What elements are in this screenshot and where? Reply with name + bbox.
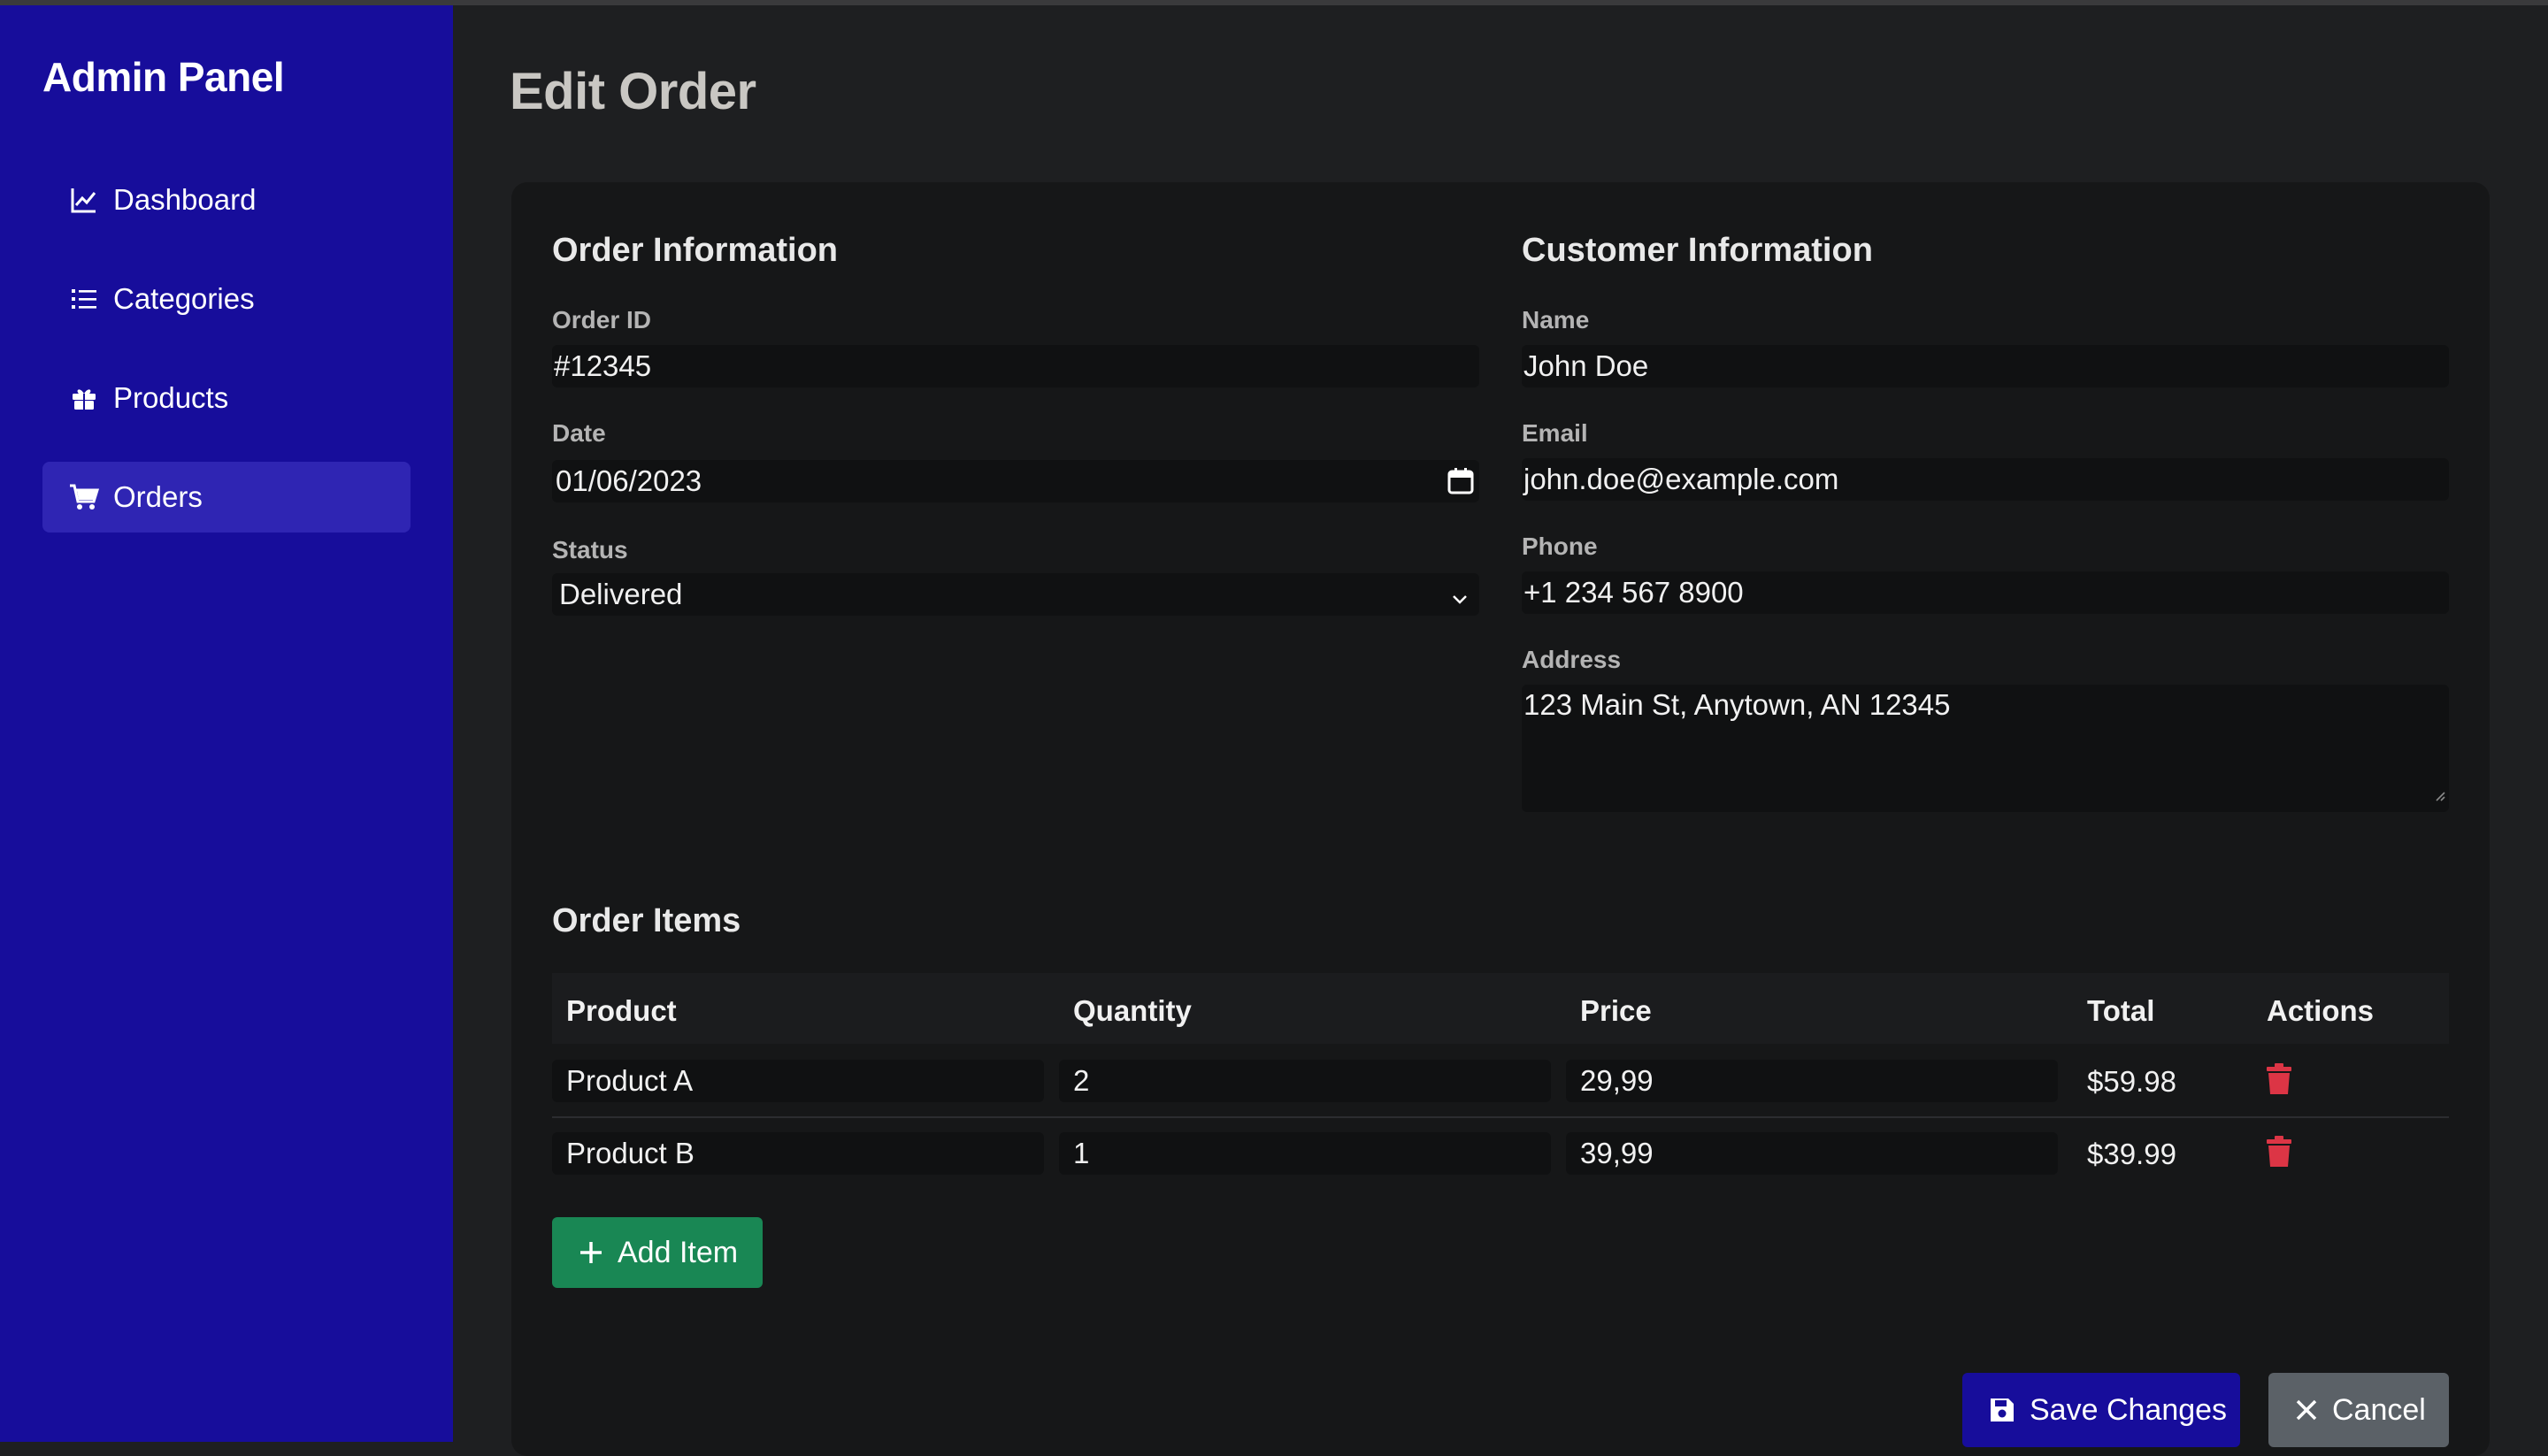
shopping-cart-icon [69, 482, 99, 512]
address-label: Address [1522, 646, 1622, 673]
plus-icon [579, 1240, 603, 1265]
items-table-header: Product Quantity Price Total Actions [552, 973, 2449, 1044]
col-product: Product [566, 994, 677, 1027]
page-title: Edit Order [510, 63, 756, 120]
order-id-label: Order ID [552, 306, 652, 333]
phone-field[interactable]: +1 234 567 8900 [1522, 571, 2449, 614]
sidebar-item-label: Dashboard [113, 183, 257, 216]
price-input[interactable]: 39,99 [1566, 1132, 2058, 1175]
sidebar: Admin Panel Dashboard Categories Product… [0, 5, 453, 1442]
status-select[interactable]: Delivered [552, 573, 1479, 616]
order-items-title: Order Items [552, 902, 741, 939]
col-actions: Actions [2267, 994, 2375, 1027]
trash-icon [2267, 1136, 2291, 1171]
add-item-label: Add Item [618, 1235, 739, 1269]
quantity-value: 2 [1073, 1064, 1090, 1097]
calendar-icon[interactable] [1447, 467, 1474, 502]
sidebar-item-dashboard[interactable]: Dashboard [42, 165, 411, 235]
brand-title: Admin Panel [42, 54, 285, 100]
close-icon [2295, 1399, 2318, 1422]
sidebar-item-label: Products [113, 381, 229, 414]
name-label: Name [1522, 306, 1590, 333]
cancel-label: Cancel [2332, 1392, 2426, 1427]
delete-row-button[interactable] [2267, 1063, 2291, 1100]
email-field[interactable]: john.doe@example.com [1522, 458, 2449, 501]
col-quantity: Quantity [1073, 994, 1192, 1027]
date-label: Date [552, 419, 606, 447]
trash-icon [2267, 1063, 2291, 1099]
save-changes-label: Save Changes [2030, 1392, 2228, 1427]
status-label: Status [552, 536, 628, 563]
delete-row-button[interactable] [2267, 1136, 2291, 1172]
row-divider [552, 1116, 2449, 1118]
address-textarea[interactable]: 123 Main St, Anytown, AN 12345 [1522, 685, 2449, 812]
row-total: $39.99 [2087, 1138, 2176, 1170]
quantity-value: 1 [1073, 1137, 1090, 1169]
quantity-input[interactable]: 1 [1059, 1132, 1551, 1175]
price-value: 39,99 [1580, 1137, 1654, 1169]
phone-label: Phone [1522, 533, 1598, 560]
resize-handle-icon[interactable] [2433, 775, 2445, 808]
add-item-button[interactable]: Add Item [552, 1217, 763, 1288]
chevron-down-icon [1449, 584, 1470, 617]
row-total: $59.98 [2087, 1065, 2176, 1098]
sidebar-item-products[interactable]: Products [42, 363, 411, 433]
sidebar-item-label: Categories [113, 282, 255, 315]
email-value: john.doe@example.com [1523, 463, 1839, 495]
price-value: 29,99 [1580, 1064, 1654, 1097]
email-label: Email [1522, 419, 1588, 447]
status-value: Delivered [559, 578, 683, 610]
order-info-title: Order Information [552, 232, 839, 269]
order-id-field[interactable]: #12345 [552, 345, 1479, 387]
save-changes-button[interactable]: Save Changes [1962, 1373, 2240, 1447]
col-price: Price [1580, 994, 1652, 1027]
sidebar-nav: Dashboard Categories Products Orders [42, 165, 411, 561]
name-value: John Doe [1523, 349, 1649, 382]
gift-box-icon [69, 383, 99, 413]
list-icon [69, 284, 99, 314]
date-field[interactable]: 01/06/2023 [552, 460, 1479, 502]
sidebar-item-categories[interactable]: Categories [42, 264, 411, 334]
order-id-value: #12345 [554, 349, 652, 382]
col-total: Total [2087, 994, 2155, 1027]
phone-value: +1 234 567 8900 [1523, 576, 1744, 609]
floppy-disk-icon [1989, 1397, 2015, 1423]
cancel-button[interactable]: Cancel [2268, 1373, 2449, 1447]
price-input[interactable]: 29,99 [1566, 1060, 2058, 1102]
product-input[interactable]: Product A [552, 1060, 1044, 1102]
product-value: Product B [566, 1137, 695, 1169]
quantity-input[interactable]: 2 [1059, 1060, 1551, 1102]
product-input[interactable]: Product B [552, 1132, 1044, 1175]
name-field[interactable]: John Doe [1522, 345, 2449, 387]
sidebar-item-label: Orders [113, 480, 203, 513]
date-value: 01/06/2023 [556, 464, 702, 497]
chart-line-icon [69, 185, 99, 215]
customer-info-title: Customer Information [1522, 232, 1873, 269]
product-value: Product A [566, 1064, 694, 1097]
sidebar-item-orders[interactable]: Orders [42, 462, 411, 533]
address-value: 123 Main St, Anytown, AN 12345 [1523, 688, 1951, 721]
